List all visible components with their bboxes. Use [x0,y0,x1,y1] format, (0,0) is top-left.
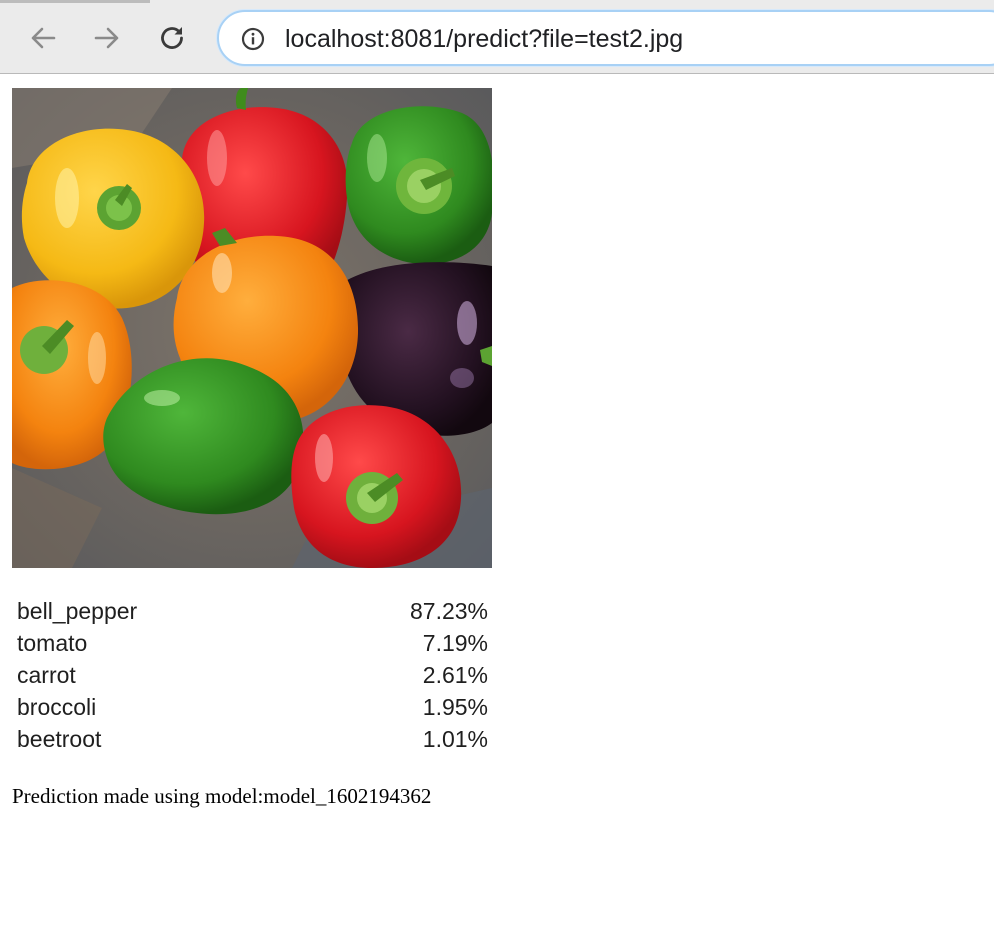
forward-button[interactable] [90,21,124,55]
prediction-label: beetroot [17,726,102,752]
prediction-value: 1.95% [422,694,488,720]
reload-icon [161,27,183,49]
url-text[interactable]: localhost:8081/predict?file=test2.jpg [285,24,683,54]
prediction-label: carrot [17,662,76,688]
prediction-label: broccoli [17,694,97,720]
info-icon[interactable] [241,27,265,51]
prediction-row: broccoli 1.95% [12,691,492,723]
back-button[interactable] [26,21,60,55]
prediction-label: bell_pepper [17,598,138,624]
prediction-value: 1.01% [422,726,488,752]
tab-strip-edge [0,0,150,3]
reload-button[interactable] [155,21,189,55]
prediction-label: tomato [17,630,88,656]
prediction-table: bell_pepper 87.23% tomato 7.19% carrot 2… [12,595,492,755]
uploaded-image [12,88,492,568]
browser-toolbar: localhost:8081/predict?file=test2.jpg [0,0,994,74]
arrow-left-icon [31,27,56,49]
bell-peppers-photo [12,88,492,568]
prediction-value: 87.23% [409,598,488,624]
prediction-row: carrot 2.61% [12,659,492,691]
prediction-row: bell_pepper 87.23% [12,595,492,627]
prediction-value: 2.61% [422,662,488,688]
prediction-row: beetroot 1.01% [12,723,492,755]
model-note: Prediction made using model:model_160219… [12,784,432,808]
prediction-value: 7.19% [422,630,488,656]
arrow-right-icon [94,27,119,49]
prediction-row: tomato 7.19% [12,627,492,659]
address-bar[interactable]: localhost:8081/predict?file=test2.jpg [217,10,994,66]
